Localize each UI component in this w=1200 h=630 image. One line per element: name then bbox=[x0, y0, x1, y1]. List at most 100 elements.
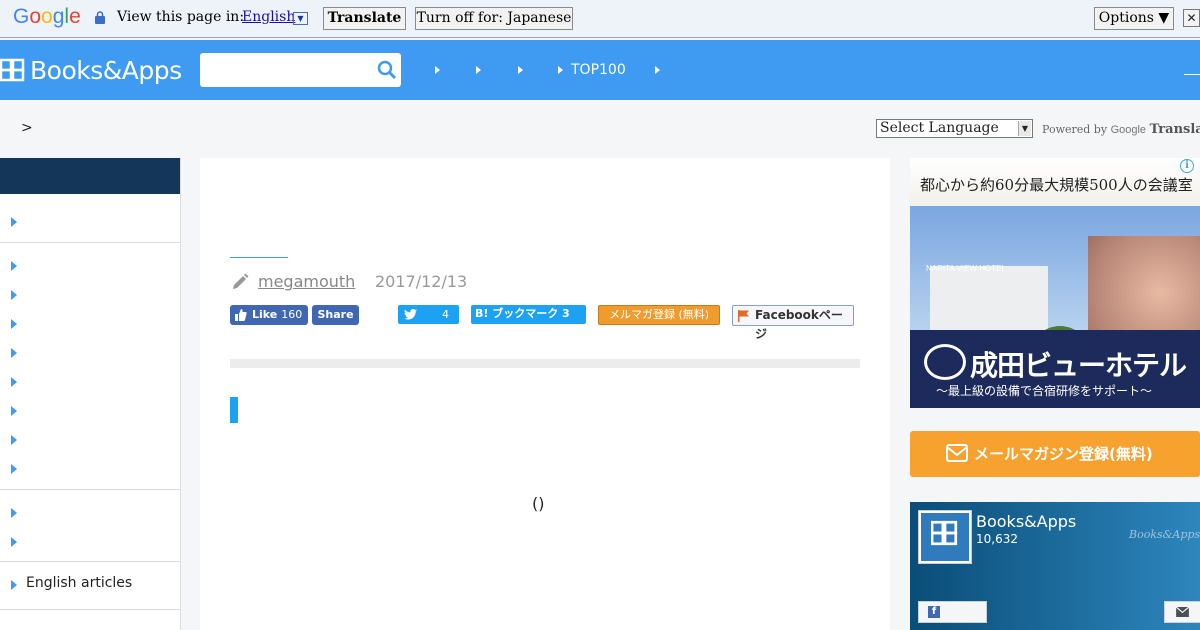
arrow-right-icon bbox=[11, 508, 17, 518]
language-link[interactable]: English bbox=[242, 9, 295, 25]
category-sidebar: English articles bbox=[0, 158, 181, 630]
ad-headline-area: 都心から約60分最大規模500人の会議室 bbox=[910, 158, 1200, 206]
language-dropdown-icon[interactable]: ▼ bbox=[293, 12, 308, 25]
arrow-right-icon bbox=[11, 319, 17, 329]
sidebar-item[interactable] bbox=[0, 342, 180, 364]
divider bbox=[0, 489, 180, 490]
author-link[interactable]: megamouth bbox=[258, 272, 355, 291]
sidebar-item[interactable] bbox=[0, 502, 180, 524]
thumbs-up-icon bbox=[235, 309, 247, 321]
nav-item-1[interactable] bbox=[435, 61, 448, 79]
sidebar-item-english-articles[interactable]: English articles bbox=[0, 574, 180, 596]
turn-off-button[interactable]: Turn off for: Japanese bbox=[415, 7, 573, 30]
breadcrumb: > bbox=[21, 120, 33, 136]
divider bbox=[0, 242, 180, 243]
search-icon[interactable] bbox=[377, 60, 397, 80]
facebook-icon: f bbox=[928, 606, 940, 618]
translate-link[interactable]: Translate bbox=[1150, 122, 1200, 137]
sidebar-item[interactable] bbox=[0, 429, 180, 451]
mailmag-signup-button[interactable]: メルマガ登録 (無料) bbox=[598, 305, 720, 325]
site-logo[interactable]: Books&Apps bbox=[0, 54, 182, 86]
tweet-count: 4 bbox=[442, 308, 449, 321]
cover-watermark: Books&Apps bbox=[1129, 528, 1200, 541]
ad-subtitle: 〜最上級の設備で合宿研修をサポート〜 bbox=[936, 384, 1153, 398]
arrow-right-icon bbox=[11, 261, 17, 271]
sidebar-item[interactable] bbox=[0, 313, 180, 335]
arrow-right-icon bbox=[11, 377, 17, 387]
sidebar-item[interactable] bbox=[0, 255, 180, 277]
arrow-right-icon bbox=[11, 537, 17, 547]
facebook-page-widget[interactable]: Books&Apps 10,632 Books&Apps f bbox=[910, 502, 1200, 630]
view-page-in-label: View this page in: bbox=[117, 9, 245, 25]
nav-item-3[interactable] bbox=[518, 61, 531, 79]
article-text: () bbox=[532, 494, 545, 513]
books-apps-logo-icon bbox=[0, 58, 25, 82]
sidebar-item[interactable] bbox=[0, 284, 180, 306]
ad-brand: 成田ビューホテル bbox=[970, 349, 1187, 382]
nav-arrow-icon bbox=[655, 66, 660, 74]
lock-icon bbox=[95, 11, 105, 24]
translate-button[interactable]: Translate bbox=[323, 7, 406, 30]
hotel-emblem-icon bbox=[924, 344, 966, 380]
ad-brand-area: 成田ビューホテル 〜最上級の設備で合宿研修をサポート〜 bbox=[910, 330, 1200, 408]
select-language-dropdown[interactable]: Select Language ▼ bbox=[876, 119, 1033, 138]
divider bbox=[0, 609, 180, 610]
sidebar-item[interactable] bbox=[0, 371, 180, 393]
powered-by-google: Powered by Google Translate bbox=[1042, 122, 1200, 137]
site-header: Books&Apps TOP100 bbox=[0, 40, 1200, 100]
sidebar-item[interactable] bbox=[0, 458, 180, 480]
envelope-icon bbox=[946, 444, 968, 462]
arrow-right-icon bbox=[11, 217, 17, 227]
arrow-right-icon bbox=[11, 435, 17, 445]
arrow-right-icon bbox=[11, 290, 17, 300]
sidebar-header bbox=[0, 158, 180, 194]
ad-info-icon[interactable]: i bbox=[1180, 159, 1194, 173]
divider-bar bbox=[230, 359, 860, 368]
envelope-icon bbox=[1176, 607, 1189, 617]
search-input[interactable] bbox=[200, 53, 401, 87]
google-logo: Google bbox=[13, 5, 81, 28]
newsletter-signup-button[interactable]: メールマガジン登録(無料) bbox=[910, 431, 1200, 477]
chevron-down-icon: ▼ bbox=[1018, 121, 1031, 136]
nav-item-5[interactable] bbox=[655, 61, 668, 79]
tweet-button[interactable]: 4 bbox=[398, 305, 459, 324]
facebook-share-button[interactable]: Share bbox=[312, 305, 359, 325]
post-date: 2017/12/13 bbox=[375, 272, 468, 291]
pencil-icon bbox=[233, 273, 249, 289]
nav-arrow-icon bbox=[558, 66, 563, 74]
sidebar-item[interactable] bbox=[0, 211, 180, 233]
hatena-bookmark-button[interactable]: B! ブックマーク 3 bbox=[471, 305, 586, 324]
page-avatar[interactable] bbox=[918, 510, 972, 564]
nav-item-2[interactable] bbox=[476, 61, 489, 79]
flag-icon bbox=[738, 310, 749, 322]
nav-arrow-icon bbox=[435, 66, 440, 74]
google-small-logo: Google bbox=[1110, 124, 1147, 136]
options-button[interactable]: Options ▼ bbox=[1094, 7, 1174, 30]
nav-item-top100[interactable]: TOP100 bbox=[558, 61, 626, 79]
divider bbox=[0, 561, 180, 562]
sidebar-item[interactable] bbox=[0, 531, 180, 553]
books-apps-logo-icon bbox=[931, 520, 958, 546]
hotel-advertisement[interactable]: 都心から約60分最大規模500人の会議室 NARITA VIEW HOTEL 成… bbox=[910, 158, 1200, 408]
sidebar-item[interactable] bbox=[0, 400, 180, 422]
ad-headline: 都心から約60分最大規模500人の会議室 bbox=[920, 176, 1193, 194]
ad-photo: NARITA VIEW HOTEL bbox=[910, 206, 1200, 378]
arrow-right-icon bbox=[11, 406, 17, 416]
page-name[interactable]: Books&Apps bbox=[976, 512, 1076, 531]
hotel-sign: NARITA VIEW HOTEL bbox=[926, 264, 1006, 273]
facebook-like-button[interactable]: Like 160 bbox=[230, 305, 308, 325]
close-translate-bar-button[interactable]: ✕ bbox=[1183, 9, 1200, 27]
arrow-right-icon bbox=[11, 464, 17, 474]
menu-icon[interactable] bbox=[1184, 74, 1200, 75]
google-translate-bar: Google View this page in: English ▼ Tran… bbox=[0, 0, 1200, 38]
twitter-bird-icon bbox=[404, 309, 417, 320]
arrow-right-icon bbox=[11, 348, 17, 358]
heading-marker bbox=[230, 397, 238, 423]
nav-arrow-icon bbox=[518, 66, 523, 74]
nav-arrow-icon bbox=[476, 66, 481, 74]
facebook-page-button[interactable]: Facebookページ bbox=[732, 305, 854, 341]
facebook-like-page-button[interactable]: f bbox=[918, 601, 987, 623]
title-underline bbox=[230, 257, 288, 258]
message-button[interactable] bbox=[1164, 601, 1200, 623]
article: megamouth 2017/12/13 Like 160 Share 4 B! … bbox=[200, 158, 890, 630]
